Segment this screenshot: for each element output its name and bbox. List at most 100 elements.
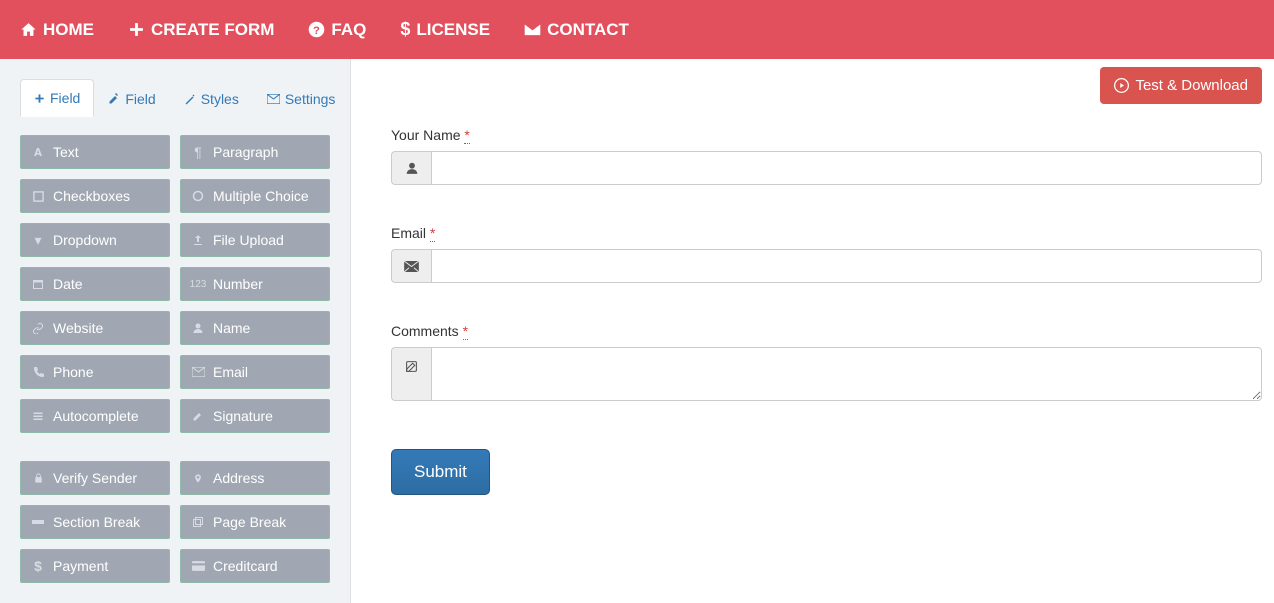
- field-checkboxes[interactable]: Checkboxes: [20, 179, 170, 213]
- name-input[interactable]: [431, 151, 1262, 185]
- field-section-break[interactable]: Section Break: [20, 505, 170, 539]
- tab-styles[interactable]: Styles: [170, 79, 253, 117]
- home-icon: [20, 21, 37, 38]
- paragraph-icon: ¶: [191, 144, 205, 160]
- nav-license-label: LICENSE: [416, 20, 490, 40]
- tab-styles-label: Styles: [201, 91, 239, 107]
- field-name[interactable]: Name: [180, 311, 330, 345]
- pencil-icon: [191, 410, 205, 422]
- field-signature[interactable]: Signature: [180, 399, 330, 433]
- plus-icon: [128, 21, 145, 38]
- required-mark: *: [464, 127, 469, 144]
- play-circle-icon: [1114, 78, 1129, 93]
- nav-faq-label: FAQ: [331, 20, 366, 40]
- field-number-label: Number: [213, 276, 263, 292]
- nav-create-label: CREATE FORM: [151, 20, 274, 40]
- field-autocomplete[interactable]: Autocomplete: [20, 399, 170, 433]
- field-verify-sender-label: Verify Sender: [53, 470, 137, 486]
- list-icon: [31, 410, 45, 422]
- nav-contact-label: CONTACT: [547, 20, 629, 40]
- field-date-label: Date: [53, 276, 83, 292]
- phone-icon: [31, 366, 45, 378]
- form-field-comments: Comments *: [391, 323, 1262, 401]
- field-signature-label: Signature: [213, 408, 273, 424]
- form-field-name: Your Name *: [391, 127, 1262, 185]
- upload-icon: [191, 234, 205, 246]
- copy-icon: [191, 516, 205, 528]
- field-autocomplete-label: Autocomplete: [53, 408, 139, 424]
- nav-home[interactable]: HOME: [20, 20, 94, 40]
- form-field-email: Email *: [391, 225, 1262, 283]
- card-icon: [191, 561, 205, 571]
- minus-icon: [31, 520, 45, 524]
- tab-add-field-label: Field: [50, 90, 80, 106]
- name-label: Your Name *: [391, 127, 1262, 143]
- svg-text:?: ?: [313, 25, 320, 37]
- field-text[interactable]: Text: [20, 135, 170, 169]
- tab-settings[interactable]: Settings: [253, 79, 350, 117]
- field-creditcard[interactable]: Creditcard: [180, 549, 330, 583]
- comments-input[interactable]: [431, 347, 1262, 401]
- field-palette: Text ¶ Paragraph Checkboxes Multiple Choi…: [0, 135, 350, 433]
- email-label: Email *: [391, 225, 1262, 241]
- form-canvas: Test & Download Your Name * Email * Comm…: [351, 59, 1274, 603]
- field-creditcard-label: Creditcard: [213, 558, 278, 574]
- user-icon: [391, 151, 431, 185]
- field-file-upload[interactable]: File Upload: [180, 223, 330, 257]
- field-email[interactable]: Email: [180, 355, 330, 389]
- field-paragraph[interactable]: ¶ Paragraph: [180, 135, 330, 169]
- field-address-label: Address: [213, 470, 264, 486]
- test-download-label: Test & Download: [1135, 77, 1248, 94]
- field-phone[interactable]: Phone: [20, 355, 170, 389]
- nav-license[interactable]: $ LICENSE: [400, 19, 490, 40]
- field-section-break-label: Section Break: [53, 514, 140, 530]
- field-dropdown-label: Dropdown: [53, 232, 117, 248]
- field-payment-label: Payment: [53, 558, 108, 574]
- field-file-upload-label: File Upload: [213, 232, 284, 248]
- tab-edit-field-label: Field: [125, 91, 155, 107]
- field-website[interactable]: Website: [20, 311, 170, 345]
- user-icon: [191, 322, 205, 334]
- link-icon: [31, 322, 45, 334]
- edit-icon: [391, 347, 431, 401]
- field-verify-sender[interactable]: Verify Sender: [20, 461, 170, 495]
- tab-edit-field[interactable]: Field: [94, 79, 169, 117]
- field-date[interactable]: Date: [20, 267, 170, 301]
- nav-create-form[interactable]: CREATE FORM: [128, 20, 274, 40]
- caret-down-icon: ▾: [31, 232, 45, 249]
- map-pin-icon: [191, 472, 205, 485]
- submit-button[interactable]: Submit: [391, 449, 490, 495]
- field-dropdown[interactable]: ▾ Dropdown: [20, 223, 170, 257]
- field-multiple-choice[interactable]: Multiple Choice: [180, 179, 330, 213]
- mail-icon: [191, 367, 205, 377]
- dollar-icon: $: [400, 19, 410, 40]
- field-payment[interactable]: $ Payment: [20, 549, 170, 583]
- font-icon: [31, 146, 45, 158]
- field-checkboxes-label: Checkboxes: [53, 188, 130, 204]
- test-download-button[interactable]: Test & Download: [1100, 67, 1262, 104]
- field-phone-label: Phone: [53, 364, 93, 380]
- field-number[interactable]: 123Number: [180, 267, 330, 301]
- dollar-icon: $: [31, 558, 45, 574]
- top-nav: HOME CREATE FORM ? FAQ $ LICENSE CONTACT: [0, 0, 1274, 59]
- comments-label: Comments *: [391, 323, 1262, 339]
- nav-faq[interactable]: ? FAQ: [308, 20, 366, 40]
- wand-icon: [184, 93, 196, 105]
- tab-add-field[interactable]: Field: [20, 79, 94, 117]
- field-palette-2: Verify Sender Address Section Break Page…: [0, 461, 350, 583]
- field-address[interactable]: Address: [180, 461, 330, 495]
- field-page-break[interactable]: Page Break: [180, 505, 330, 539]
- email-input[interactable]: [431, 249, 1262, 283]
- nav-home-label: HOME: [43, 20, 94, 40]
- plus-icon: [34, 93, 45, 104]
- field-name-label: Name: [213, 320, 250, 336]
- nav-contact[interactable]: CONTACT: [524, 20, 629, 40]
- lock-icon: [31, 472, 45, 484]
- sidebar: Field Field Styles Settings Text ¶ Paragr…: [0, 59, 351, 603]
- envelope-icon: [524, 23, 541, 36]
- required-mark: *: [430, 225, 435, 242]
- field-website-label: Website: [53, 320, 103, 336]
- edit-icon: [108, 93, 120, 105]
- calendar-icon: [31, 278, 45, 290]
- field-paragraph-label: Paragraph: [213, 144, 278, 160]
